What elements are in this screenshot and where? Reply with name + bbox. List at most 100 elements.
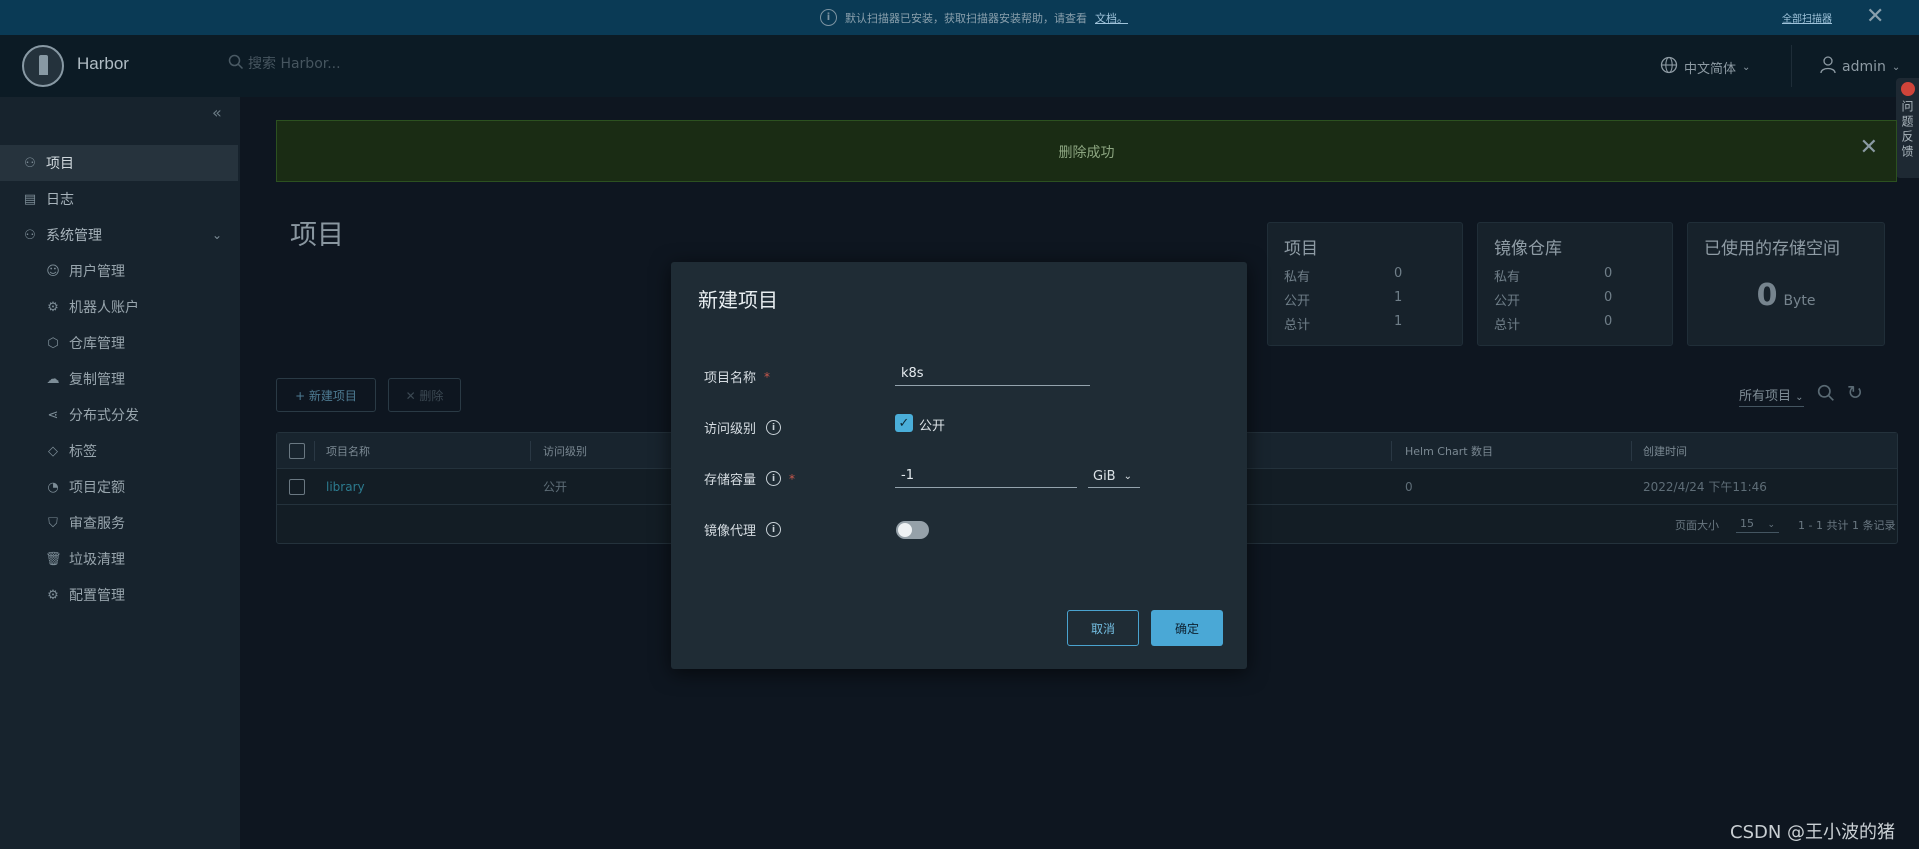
user-name: admin: [1842, 59, 1886, 75]
header-divider: [1791, 45, 1792, 87]
new-project-button[interactable]: + 新建项目: [276, 378, 376, 412]
card-title: 已使用的存储空间: [1704, 239, 1840, 259]
delete-button[interactable]: ✕ 删除: [388, 378, 461, 412]
admin-icon: ⚇: [24, 227, 36, 243]
sidebar-item-labels[interactable]: ◇ 标签: [0, 433, 238, 469]
success-alert: 删除成功 ✕: [276, 120, 1897, 182]
sidebar-item-label: 标签: [69, 444, 97, 460]
sidebar-item-interrogation[interactable]: ⛉ 审查服务: [0, 505, 238, 541]
column-header-created[interactable]: 创建时间: [1643, 433, 1687, 468]
feedback-tab[interactable]: 问题反馈: [1896, 78, 1919, 178]
info-icon[interactable]: i: [766, 420, 782, 435]
language-selector[interactable]: 中文简体 ⌄: [1660, 56, 1750, 78]
column-header-access[interactable]: 访问级别: [543, 433, 587, 468]
info-icon[interactable]: i: [766, 471, 782, 486]
info-icon[interactable]: i: [766, 522, 782, 537]
sidebar-item-replication[interactable]: ☁ 复制管理: [0, 361, 238, 397]
sidebar-item-admin[interactable]: ⚇ 系统管理 ⌄: [0, 217, 238, 253]
new-project-dialog: 新建项目 项目名称 * 访问级别 i ✓ 公开 存储容量 i * GiB ⌄ 镜像…: [671, 262, 1247, 669]
quota-unit-select[interactable]: GiB ⌄: [1088, 466, 1140, 488]
column-header-name[interactable]: 项目名称: [326, 433, 370, 468]
proxy-cache-toggle[interactable]: [896, 521, 929, 539]
close-icon[interactable]: ✕: [1866, 4, 1884, 29]
chevron-down-icon: ⌄: [1123, 471, 1132, 482]
column-header-helm[interactable]: Helm Chart 数目: [1405, 433, 1493, 468]
public-checkbox[interactable]: ✓: [895, 414, 913, 432]
public-checkbox-label[interactable]: 公开: [919, 415, 945, 434]
project-filter-select[interactable]: 所有项目 ⌄: [1739, 385, 1804, 407]
stat-row: 公开 1: [1284, 290, 1444, 309]
stat-row: 私有 0: [1494, 266, 1654, 285]
ok-button[interactable]: 确定: [1151, 610, 1223, 646]
refresh-icon[interactable]: ↻: [1847, 382, 1863, 404]
required-marker: *: [764, 369, 771, 384]
globe-icon: [1660, 56, 1678, 78]
stat-value: 0: [1604, 314, 1613, 329]
sidebar-item-projects[interactable]: ⚇ 项目: [0, 145, 238, 181]
projects-icon: ⚇: [24, 155, 36, 171]
field-label: 镜像代理: [704, 524, 757, 539]
stat-row: 总计 1: [1284, 314, 1444, 333]
sidebar-item-label: 机器人账户: [69, 300, 139, 316]
card-title: 镜像仓库: [1494, 239, 1562, 259]
collapse-sidebar-icon[interactable]: «: [212, 103, 222, 122]
user-icon: [1820, 56, 1836, 78]
alert-message: 删除成功: [1058, 145, 1115, 161]
stat-label: 私有: [1494, 270, 1521, 285]
global-search[interactable]: [228, 54, 448, 74]
chevron-down-icon: ⌄: [1742, 61, 1751, 73]
sidebar-item-users[interactable]: ☺ 用户管理: [0, 253, 238, 289]
close-icon[interactable]: ✕: [1860, 135, 1878, 160]
projects-stat-card: 项目 私有 0 公开 1 总计 1: [1267, 222, 1463, 346]
sidebar-item-logs[interactable]: ▤ 日志: [0, 181, 238, 217]
chevron-down-icon: ⌄: [1795, 392, 1804, 403]
storage-unit: Byte: [1783, 293, 1816, 309]
stat-value: 0: [1604, 266, 1613, 281]
info-icon: i: [820, 9, 837, 26]
install-scanner-link[interactable]: 全部扫描器: [1782, 10, 1832, 25]
feedback-label: 问题反馈: [1900, 100, 1914, 160]
select-all-checkbox[interactable]: [289, 442, 305, 459]
stat-label: 总计: [1494, 318, 1521, 333]
log-icon: ▤: [23, 191, 37, 207]
search-input[interactable]: [248, 56, 448, 72]
storage-quota-label: 存储容量 i *: [704, 469, 795, 488]
project-helm-count: 0: [1405, 479, 1413, 494]
project-name-input[interactable]: [895, 364, 1090, 386]
storage-stat-card: 已使用的存储空间 0 Byte: [1687, 222, 1885, 346]
sidebar-item-robots[interactable]: ⚙ 机器人账户: [0, 289, 238, 325]
chevron-down-icon: ⌄: [212, 228, 223, 242]
search-icon[interactable]: [1817, 384, 1835, 407]
sidebar-item-quotas[interactable]: ◔ 项目定额: [0, 469, 238, 505]
language-label: 中文简体: [1684, 61, 1737, 77]
sidebar-item-label: 用户管理: [69, 264, 125, 280]
field-label: 访问级别: [704, 422, 757, 437]
harbor-logo[interactable]: [22, 45, 64, 87]
user-menu[interactable]: admin ⌄: [1820, 56, 1900, 78]
chevron-down-icon: ⌄: [1767, 519, 1776, 530]
sidebar-item-distribution[interactable]: ⋖ 分布式分发: [0, 397, 238, 433]
row-checkbox[interactable]: [289, 478, 305, 495]
stat-value: 0: [1604, 290, 1613, 305]
page-size-select[interactable]: 15 ⌄: [1736, 505, 1780, 544]
trash-icon: 🗑: [45, 551, 62, 567]
project-name-link[interactable]: library: [326, 480, 365, 494]
sidebar-item-configuration[interactable]: ⚙ 配置管理: [0, 577, 238, 613]
sidebar-item-label: 项目: [46, 156, 74, 172]
proxy-cache-label: 镜像代理 i: [704, 520, 782, 539]
robot-icon: ⚙: [47, 299, 59, 315]
sidebar-item-label: 垃圾清理: [69, 552, 125, 568]
cancel-button[interactable]: 取消: [1067, 610, 1139, 646]
notice-text: 默认扫描器已安装，获取扫描器安装帮助，请查看: [845, 11, 1087, 25]
sidebar-item-gc[interactable]: 🗑 垃圾清理: [0, 541, 238, 577]
stat-label: 公开: [1494, 294, 1521, 309]
storage-quota-input[interactable]: [895, 466, 1077, 488]
sidebar-item-registries[interactable]: ⬡ 仓库管理: [0, 325, 238, 361]
distribution-icon: ⋖: [47, 407, 59, 423]
field-label: 存储容量: [704, 473, 757, 488]
page-size-label: 页面大小: [1675, 518, 1719, 532]
notice-doc-link[interactable]: 文档。: [1095, 10, 1128, 26]
registry-icon: ⬡: [47, 335, 59, 351]
sidebar: « ⚇ 项目 ▤ 日志 ⚇ 系统管理 ⌄ ☺ 用户管理 ⚙ 机器人账户 ⬡ 仓库…: [0, 97, 240, 849]
brand-name[interactable]: Harbor: [77, 54, 129, 74]
